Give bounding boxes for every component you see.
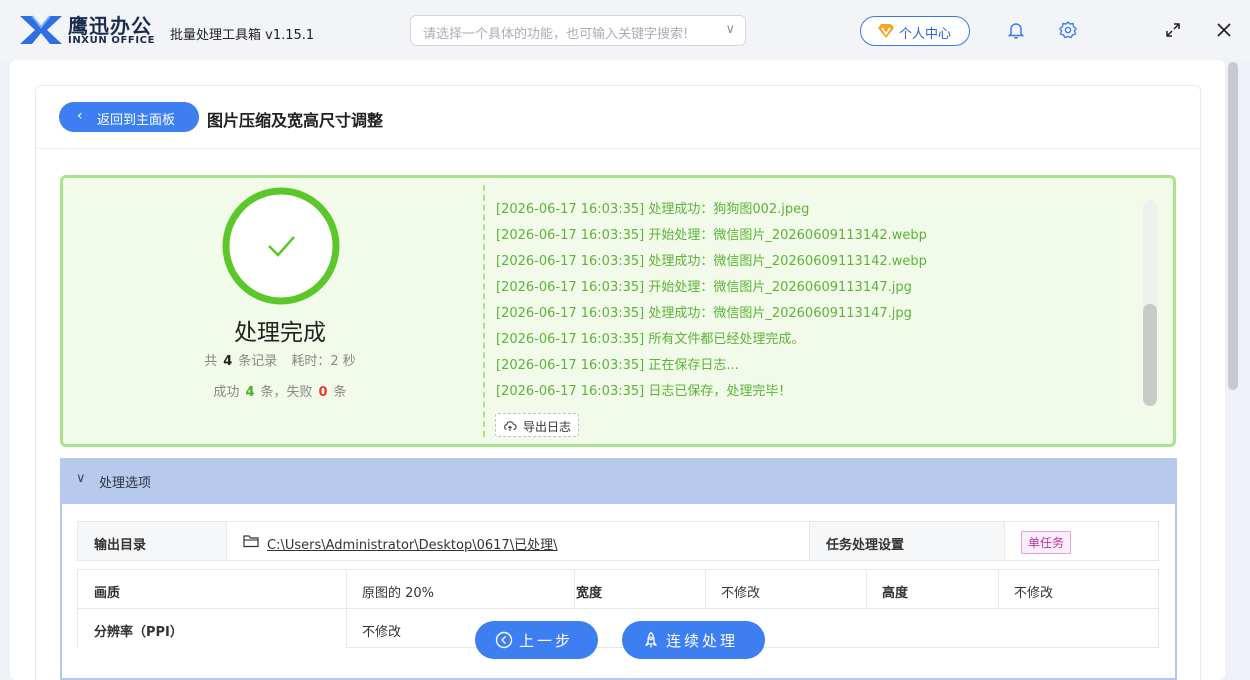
- grid-divider: [705, 570, 706, 609]
- page-title: 图片压缩及宽高尺寸调整: [207, 111, 384, 130]
- quality-label-cell: 画质: [78, 570, 346, 608]
- params-row: 分辨率（PPI） 不修改: [78, 609, 1158, 648]
- chevron-down-icon[interactable]: ∨: [725, 22, 735, 37]
- search-input[interactable]: 请选择一个具体的功能，也可输入关键字搜索! ∨: [410, 15, 746, 46]
- grid-divider: [346, 570, 347, 647]
- log-line: [2026-06-17 16:03:35] 正在保存日志...: [496, 358, 739, 373]
- back-to-main-button[interactable]: ‹ 返回到主面板: [59, 102, 199, 132]
- task-mode-badge: 单任务: [1021, 531, 1072, 554]
- grid-divider: [866, 570, 867, 609]
- height-value: 不修改: [1014, 586, 1054, 601]
- task-setting-label: 任务处理设置: [826, 538, 905, 553]
- log-line: [2026-06-17 16:03:35] 所有文件都已经处理完成。: [496, 332, 805, 347]
- search-placeholder: 请选择一个具体的功能，也可输入关键字搜索!: [423, 27, 689, 42]
- maximize-icon[interactable]: [1163, 20, 1183, 40]
- page-scrollbar-thumb[interactable]: [1228, 62, 1238, 390]
- output-dir-cell: C:\Users\Administrator\Desktop\0617\已处理\: [226, 522, 809, 560]
- ppi-label: 分辨率（PPI）: [94, 625, 183, 640]
- chevron-down-icon: ∨: [76, 471, 86, 486]
- height-label-cell: 高度: [866, 570, 998, 608]
- back-label: 返回到主面板: [97, 113, 176, 128]
- output-row: 输出目录 C:\Users\Administrator\Desktop\0617…: [77, 521, 1159, 561]
- height-label: 高度: [882, 586, 909, 601]
- export-log-label: 导出日志: [523, 420, 572, 434]
- logo-subtext: INXUN OFFICE: [68, 35, 156, 46]
- log-line: [2026-06-17 16:03:35] 开始处理：微信图片_20260609…: [496, 228, 927, 243]
- previous-step-button[interactable]: 上一步: [475, 621, 598, 659]
- params-row: 画质 原图的 20% 宽度 不修改 高度 不修改: [78, 570, 1158, 609]
- output-dir-label-cell: 输出目录: [78, 522, 226, 560]
- rocket-icon: [644, 631, 658, 648]
- success-check-icon: [222, 187, 340, 305]
- user-center-button[interactable]: 个人中心: [860, 16, 970, 46]
- log-line: [2026-06-17 16:03:35] 日志已保存，处理完毕！: [496, 384, 792, 399]
- fail-count: 0: [318, 385, 328, 400]
- page-scrollbar[interactable]: [1226, 60, 1240, 680]
- folder-icon: [243, 535, 259, 548]
- fail-suffix: 条: [333, 385, 347, 400]
- logo-icon: [20, 15, 62, 44]
- grid-divider: [574, 570, 575, 609]
- log-list: [2026-06-17 16:03:35] 处理成功：狗狗图002.jpeg […: [496, 198, 1136, 406]
- width-label-cell: 宽度: [574, 570, 705, 608]
- bell-icon[interactable]: [1006, 20, 1026, 40]
- output-dir-link[interactable]: C:\Users\Administrator\Desktop\0617\已处理\: [267, 534, 557, 553]
- log-scrollbar[interactable]: [1143, 200, 1157, 406]
- gear-icon[interactable]: [1058, 20, 1078, 40]
- total-suffix: 条记录: [238, 354, 278, 369]
- success-count: 4: [245, 385, 255, 400]
- title-bar: 鹰迅办公 INXUN OFFICE 批量处理工具箱 v1.15.1 请选择一个具…: [0, 0, 1250, 60]
- params-grid: 画质 原图的 20% 宽度 不修改 高度 不修改 分辨率（PPI） 不修改: [77, 569, 1159, 648]
- quality-value: 原图的 20%: [362, 586, 435, 601]
- close-icon[interactable]: [1214, 20, 1234, 40]
- panel-divider: [483, 185, 485, 437]
- success-prefix: 成功: [213, 385, 240, 400]
- task-setting-cell: 单任务: [1004, 522, 1158, 560]
- total-count: 4: [223, 354, 233, 369]
- log-line: [2026-06-17 16:03:35] 处理成功：狗狗图002.jpeg: [496, 202, 810, 217]
- ppi-label-cell: 分辨率（PPI）: [78, 609, 346, 648]
- chevron-left-icon: ‹: [77, 108, 83, 124]
- height-value-cell: 不修改: [998, 570, 1158, 608]
- continue-processing-label: 连续处理: [666, 632, 739, 650]
- log-line: [2026-06-17 16:03:35] 处理成功：微信图片_20260609…: [496, 306, 912, 321]
- log-scrollbar-thumb[interactable]: [1143, 304, 1157, 406]
- diamond-icon: [878, 24, 894, 38]
- arrow-left-circle-icon: [495, 631, 513, 649]
- quality-value-cell: 原图的 20%: [346, 570, 574, 608]
- success-suffix: 条，失败: [260, 385, 313, 400]
- cloud-upload-icon: [504, 421, 517, 431]
- result-summary: 共 4 条记录 耗时：2 秒: [150, 350, 410, 369]
- options-title: 处理选项: [99, 476, 152, 491]
- quality-label: 画质: [94, 586, 121, 601]
- continue-processing-button[interactable]: 连续处理: [622, 621, 765, 659]
- options-header[interactable]: ∨ 处理选项: [60, 458, 1177, 504]
- width-value: 不修改: [721, 586, 761, 601]
- time-value: 2: [330, 354, 339, 369]
- output-dir-label: 输出目录: [94, 538, 147, 553]
- log-line: [2026-06-17 16:03:35] 开始处理：微信图片_20260609…: [496, 280, 912, 295]
- previous-step-label: 上一步: [519, 632, 574, 650]
- width-label: 宽度: [576, 586, 603, 601]
- task-setting-label-cell: 任务处理设置: [809, 522, 1004, 560]
- user-center-label: 个人中心: [899, 27, 952, 42]
- app-title: 批量处理工具箱 v1.15.1: [170, 28, 315, 43]
- ppi-value: 不修改: [362, 625, 402, 640]
- time-prefix: 耗时：: [291, 354, 331, 369]
- grid-divider: [998, 570, 999, 609]
- width-value-cell: 不修改: [705, 570, 866, 608]
- total-prefix: 共: [204, 354, 218, 369]
- result-title: 处理完成: [234, 320, 326, 346]
- export-log-button[interactable]: 导出日志: [495, 413, 579, 437]
- result-counts: 成功 4 条，失败 0 条: [150, 381, 410, 400]
- time-suffix: 秒: [342, 354, 356, 369]
- log-line: [2026-06-17 16:03:35] 处理成功：微信图片_20260609…: [496, 254, 927, 269]
